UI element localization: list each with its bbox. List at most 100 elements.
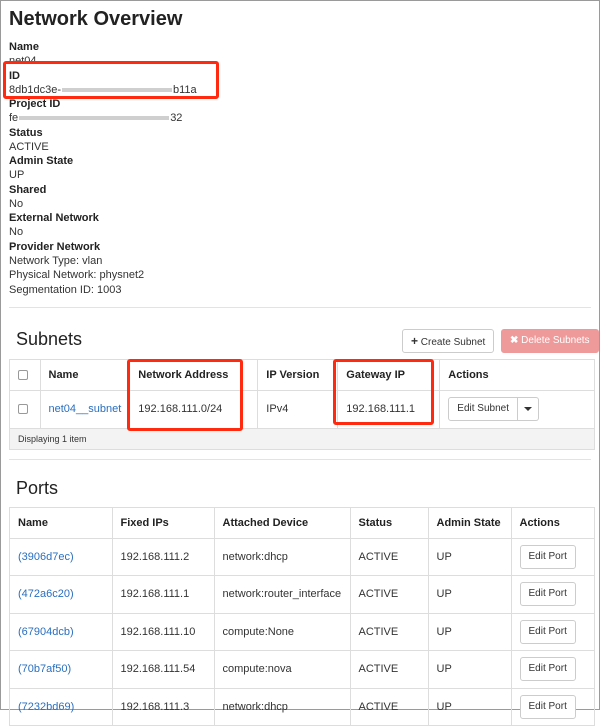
edit-port-button[interactable]: Edit Port: [519, 544, 576, 569]
id-value: 8db1dc3e-b11a: [9, 83, 589, 98]
subnet-actions-dropdown[interactable]: [518, 397, 540, 422]
port-name-link[interactable]: (472a6c20): [18, 588, 74, 600]
select-all-checkbox[interactable]: [18, 369, 28, 380]
create-subnet-label: Create Subnet: [420, 337, 486, 348]
admin-state-cell: UP: [428, 613, 512, 651]
edit-port-button[interactable]: Edit Port: [519, 694, 576, 719]
external-network-value: No: [9, 226, 24, 238]
status-label: Status: [9, 126, 43, 139]
port-actions-cell: Edit Port: [511, 688, 594, 726]
create-subnet-button[interactable]: + Create Subnet: [402, 329, 495, 353]
id-label: ID: [9, 69, 20, 82]
table-row: (67904dcb) 192.168.111.10 compute:None A…: [10, 613, 594, 651]
port-actions-cell: Edit Port: [511, 650, 594, 689]
project-id-prefix: fe: [9, 112, 19, 124]
port-name-cell: (7232bd69): [10, 688, 113, 726]
col-fixed-ips[interactable]: Fixed IPs: [112, 508, 215, 539]
port-actions-cell: Edit Port: [511, 613, 594, 651]
status-cell: ACTIVE: [350, 650, 429, 689]
id-value-prefix: 8db1dc3e-: [9, 83, 61, 96]
col-port-name[interactable]: Name: [10, 508, 113, 539]
subnets-header-row: Name Network Address IP Version Gateway …: [10, 360, 594, 391]
overview-details: Name net04 ID 8db1dc3e-b11a Project ID f…: [9, 40, 589, 297]
attached-device-cell: network:router_interface: [214, 575, 351, 614]
ip-version-cell: IPv4: [257, 390, 339, 428]
attached-device-cell: network:dhcp: [214, 538, 351, 576]
port-name-cell: (3906d7ec): [10, 538, 113, 576]
port-name-cell: (70b7af50): [10, 650, 113, 689]
fixed-ip-cell: 192.168.111.2: [112, 538, 215, 576]
status-cell: ACTIVE: [350, 575, 429, 614]
col-port-actions: Actions: [511, 508, 594, 539]
select-all-cell: [10, 360, 41, 391]
table-row: (7232bd69) 192.168.111.3 network:dhcp AC…: [10, 688, 594, 726]
col-ip-version[interactable]: IP Version: [257, 360, 339, 391]
port-name-cell: (67904dcb): [10, 613, 113, 651]
name-label: Name: [9, 41, 39, 53]
actions-cell: Edit Subnet: [440, 390, 594, 428]
id-redaction: [62, 87, 172, 92]
status-cell: ACTIVE: [350, 538, 429, 576]
edit-port-button[interactable]: Edit Port: [519, 582, 576, 607]
delete-subnets-button[interactable]: ✖ Delete Subnets: [501, 329, 599, 353]
name-value: net04: [9, 55, 37, 67]
external-network-label: External Network: [9, 212, 99, 224]
subnet-action-group: Edit Subnet: [448, 397, 540, 422]
col-gateway-ip[interactable]: Gateway IP: [337, 360, 441, 391]
port-name-link[interactable]: (67904dcb): [18, 626, 74, 638]
admin-state-cell: UP: [428, 688, 512, 726]
fixed-ip-cell: 192.168.111.54: [112, 650, 215, 689]
port-name-link[interactable]: (7232bd69): [18, 701, 74, 713]
network-address-cell: 192.168.111.0/24: [129, 390, 259, 428]
port-name-link[interactable]: (70b7af50): [18, 663, 71, 675]
id-value-suffix: b11a: [173, 83, 197, 96]
fixed-ip-cell: 192.168.111.3: [112, 688, 215, 726]
fixed-ip-cell: 192.168.111.1: [112, 575, 215, 614]
fixed-ip-cell: 192.168.111.10: [112, 613, 215, 651]
project-id-suffix: 32: [170, 112, 183, 124]
segmentation-id-value: Segmentation ID: 1003: [9, 283, 122, 296]
network-overview: Network Overview Name net04 ID 8db1dc3e-…: [9, 8, 589, 297]
col-network-address[interactable]: Network Address: [129, 360, 259, 391]
ports-header-row: Name Fixed IPs Attached Device Status Ad…: [10, 508, 594, 539]
col-name[interactable]: Name: [40, 360, 131, 391]
port-actions-cell: Edit Port: [511, 538, 594, 576]
col-status[interactable]: Status: [350, 508, 429, 539]
subnet-name-cell: net04__subnet: [40, 390, 131, 428]
section-divider: [9, 459, 591, 460]
admin-state-value: UP: [9, 169, 25, 181]
project-id-value: fe 32: [9, 111, 589, 126]
status-cell: ACTIVE: [350, 613, 429, 651]
row-checkbox[interactable]: [18, 404, 28, 415]
shared-value: No: [9, 197, 24, 210]
admin-state-cell: UP: [428, 538, 512, 576]
port-name-link[interactable]: (3906d7ec): [18, 551, 74, 563]
table-row: (70b7af50) 192.168.111.54 compute:nova A…: [10, 650, 594, 689]
port-name-cell: (472a6c20): [10, 575, 113, 614]
col-admin-state[interactable]: Admin State: [428, 508, 512, 539]
subnet-name-link[interactable]: net04__subnet: [49, 403, 122, 415]
admin-state-label: Admin State: [9, 155, 74, 167]
col-actions: Actions: [439, 360, 594, 391]
row-select-cell: [10, 390, 41, 428]
project-id-redaction: [19, 116, 170, 121]
admin-state-cell: UP: [428, 575, 512, 614]
attached-device-cell: compute:None: [214, 613, 351, 651]
table-row: net04__subnet 192.168.111.0/24 IPv4 192.…: [10, 390, 594, 428]
subnets-heading: Subnets: [16, 329, 83, 349]
caret-down-icon: [524, 406, 533, 411]
col-attached-device[interactable]: Attached Device: [214, 508, 351, 539]
ports-heading: Ports: [16, 478, 59, 498]
table-row: (472a6c20) 192.168.111.1 network:router_…: [10, 575, 594, 614]
edit-subnet-button[interactable]: Edit Subnet: [448, 397, 519, 422]
edit-port-button[interactable]: Edit Port: [519, 619, 576, 644]
subnets-footer: Displaying 1 item: [10, 428, 594, 449]
attached-device-cell: compute:nova: [214, 650, 351, 689]
shared-label: Shared: [9, 183, 47, 196]
edit-port-button[interactable]: Edit Port: [519, 657, 576, 682]
plus-icon: +: [411, 334, 419, 348]
close-icon: ✖: [510, 335, 519, 346]
delete-subnets-label: Delete Subnets: [521, 335, 590, 346]
provider-network-label: Provider Network: [9, 240, 101, 253]
table-row: (3906d7ec) 192.168.111.2 network:dhcp AC…: [10, 538, 594, 576]
